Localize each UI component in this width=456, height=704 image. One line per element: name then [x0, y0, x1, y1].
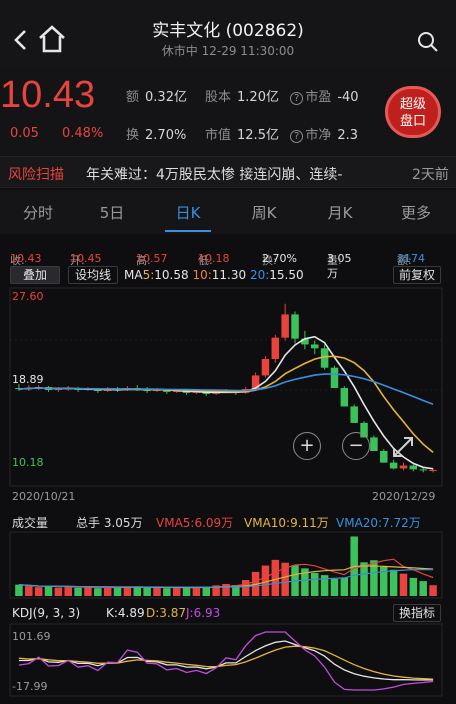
volume-bar: [34, 587, 43, 596]
candle-body: [340, 388, 349, 407]
volume-bar: [94, 588, 102, 596]
volume-bar: [419, 581, 427, 596]
candle-body: [370, 437, 378, 451]
fullscreen-icon[interactable]: [390, 434, 416, 460]
volume-bar: [310, 572, 319, 596]
volume-bar: [163, 588, 171, 596]
volume-bar: [182, 587, 191, 596]
volume-bar: [241, 580, 250, 596]
candle-body: [350, 406, 358, 423]
kdj-j-line: [18, 631, 434, 691]
candle-body: [330, 367, 339, 389]
volume-bar: [192, 587, 201, 596]
candle-body: [281, 314, 289, 338]
kdj-k-line: [18, 640, 434, 681]
volume-bar: [399, 573, 408, 596]
volume-bar: [103, 587, 112, 596]
zoom-in-icon[interactable]: +: [293, 432, 321, 460]
volume-bar: [123, 587, 132, 596]
zoom-out-icon[interactable]: −: [342, 432, 370, 460]
candle-body: [261, 358, 270, 376]
kdj-chart-frame: [9, 623, 443, 697]
volume-bar: [389, 569, 398, 596]
volume-bar: [360, 562, 368, 596]
volume-bar: [25, 586, 33, 596]
volume-bar: [74, 587, 82, 596]
volume-bar: [113, 586, 122, 596]
volume-bar: [409, 577, 418, 596]
volume-bar: [172, 587, 181, 596]
candle-body: [291, 314, 299, 339]
volume-bar: [64, 586, 72, 596]
candle-body: [409, 465, 418, 470]
candle-body: [380, 451, 388, 463]
volume-bar: [340, 577, 349, 596]
candle-body: [271, 337, 280, 359]
candle-body: [399, 465, 408, 469]
volume-bar: [84, 587, 92, 596]
volume-bar: [133, 586, 142, 596]
candle-body: [429, 470, 437, 472]
candle-body: [389, 462, 398, 469]
volume-bar: [44, 586, 53, 596]
volume-bar: [15, 584, 23, 596]
volume-bar: [202, 586, 211, 596]
candle-body: [310, 344, 319, 349]
chart-canvas: [9, 287, 443, 697]
volume-bar: [143, 587, 151, 596]
volume-bar: [330, 578, 339, 596]
volume-bar: [271, 559, 280, 596]
volume-bar: [429, 585, 437, 596]
volume-bar: [54, 587, 63, 596]
candle-body: [419, 469, 427, 471]
volume-bar: [153, 587, 161, 596]
